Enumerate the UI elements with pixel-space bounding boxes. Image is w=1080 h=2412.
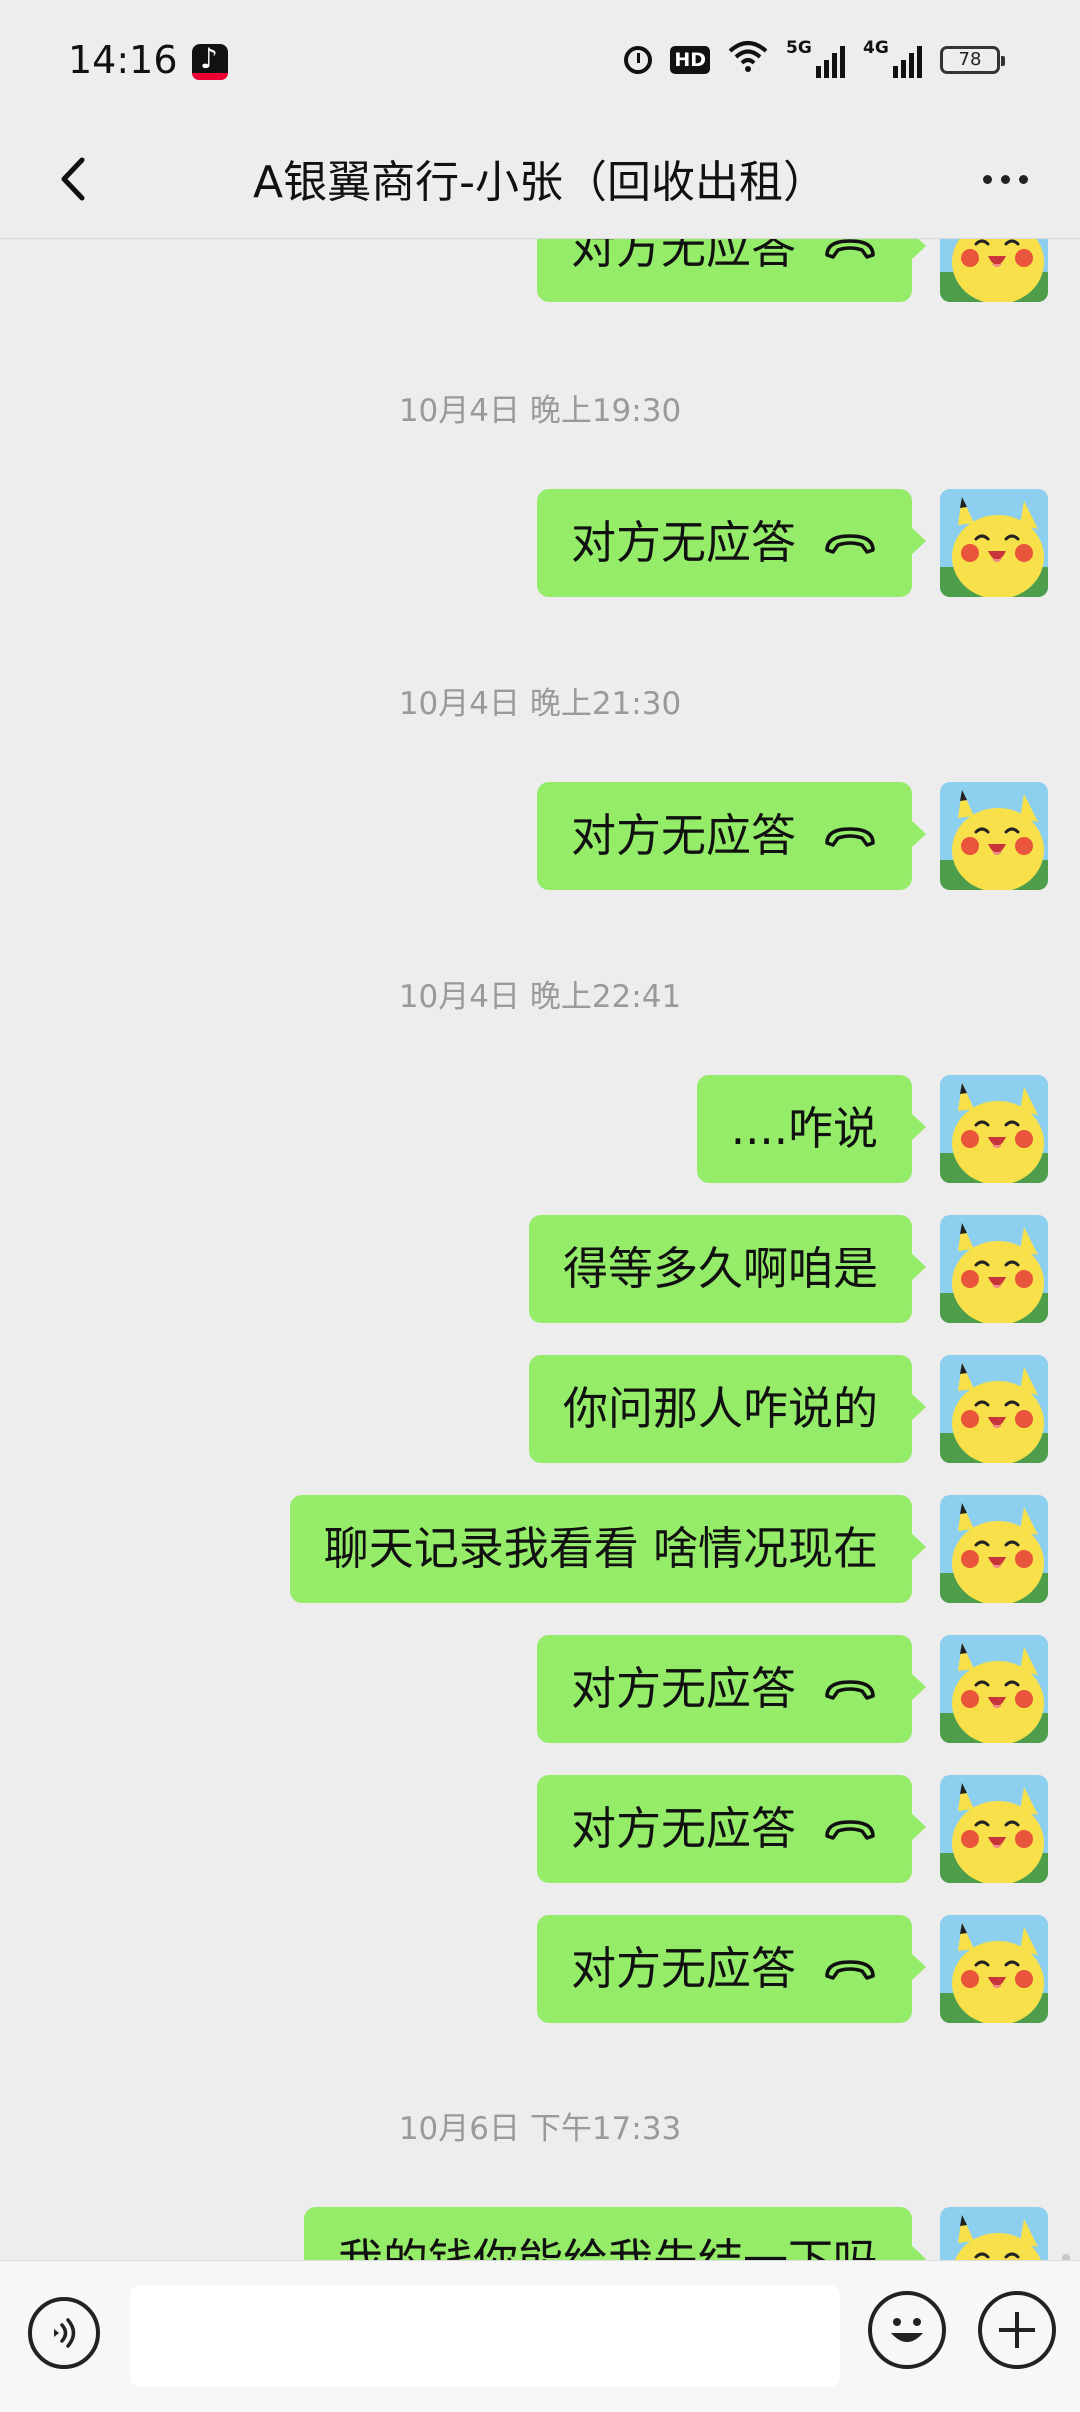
chat-screen: 14:16 HD 5G 4G 78 A银翼商行-小张（回收出租）	[0, 0, 1080, 2412]
hd-icon: HD	[670, 46, 710, 74]
call-end-icon	[822, 1814, 878, 1844]
message-bubble[interactable]: 得等多久啊咱是	[528, 1215, 927, 1323]
chat-header: A银翼商行-小张（回收出租）	[0, 120, 1080, 239]
back-button[interactable]	[40, 144, 110, 214]
voice-icon	[54, 2318, 76, 2348]
message-row: 对方无应答	[536, 1635, 1048, 1743]
message-bubble[interactable]: 对方无应答	[536, 782, 927, 890]
alarm-icon	[624, 46, 653, 74]
message-row: 对方无应答	[536, 239, 1048, 302]
message-text: 你问那人咋说的	[562, 1382, 878, 1435]
message-bubble[interactable]: ....咋说	[696, 1075, 927, 1183]
emoji-button[interactable]	[868, 2291, 946, 2369]
message-bubble[interactable]: 对方无应答	[536, 239, 927, 302]
message-row: 对方无应答	[536, 782, 1048, 890]
message-row: 得等多久啊咱是	[528, 1215, 1048, 1323]
signal-5g-icon: 5G	[786, 38, 845, 78]
timestamp: 10月4日 晚上19:30	[398, 393, 682, 429]
battery-icon: 78	[940, 46, 1005, 74]
message-row: 对方无应答	[536, 489, 1048, 597]
avatar[interactable]	[940, 489, 1048, 597]
message-bubble[interactable]: 我的钱你能给我先结一下吗	[303, 2207, 927, 2260]
avatar[interactable]	[940, 1775, 1048, 1883]
more-button[interactable]	[970, 144, 1040, 214]
message-row: 你问那人咋说的	[528, 1355, 1048, 1463]
avatar[interactable]	[940, 239, 1048, 302]
status-icons: HD 5G 4G 78	[624, 38, 1005, 82]
message-row: 我的钱你能给我先结一下吗	[303, 2207, 1048, 2260]
message-bubble[interactable]: 对方无应答	[536, 1915, 927, 2023]
message-text: 对方无应答	[570, 516, 796, 569]
emoji-icon	[891, 2318, 923, 2342]
plus-button[interactable]	[978, 2291, 1056, 2369]
message-bubble[interactable]: 对方无应答	[536, 489, 927, 597]
message-bubble[interactable]: 对方无应答	[536, 1635, 927, 1743]
message-row: 聊天记录我看看 啥情况现在	[289, 1495, 1048, 1603]
message-text: 聊天记录我看看 啥情况现在	[323, 1522, 878, 1575]
message-bubble[interactable]: 对方无应答	[536, 1775, 927, 1883]
call-end-icon	[822, 1674, 878, 1704]
call-end-icon	[822, 528, 878, 558]
avatar[interactable]	[940, 1915, 1048, 2023]
message-text: 得等多久啊咱是	[562, 1242, 878, 1295]
voice-button[interactable]	[28, 2297, 100, 2369]
status-time: 14:16	[68, 38, 178, 82]
message-text: 对方无应答	[570, 239, 796, 274]
tiktok-icon	[192, 42, 228, 80]
wifi-icon	[728, 39, 768, 81]
message-text: 我的钱你能给我先结一下吗	[338, 2207, 878, 2260]
message-row: 对方无应答	[536, 1915, 1048, 2023]
avatar[interactable]	[940, 1635, 1048, 1743]
timestamp: 10月6日 下午17:33	[398, 2111, 682, 2147]
message-bubble[interactable]: 聊天记录我看看 啥情况现在	[289, 1495, 927, 1603]
message-text: 对方无应答	[570, 1942, 796, 1995]
call-end-icon	[822, 1954, 878, 1984]
signal-4g-icon: 4G	[863, 38, 922, 78]
chat-title: A银翼商行-小张（回收出租）	[253, 157, 827, 208]
message-input[interactable]	[130, 2285, 840, 2387]
avatar[interactable]	[940, 1075, 1048, 1183]
message-text: ....咋说	[730, 1102, 878, 1155]
avatar[interactable]	[940, 782, 1048, 890]
input-bar	[0, 2260, 1080, 2412]
message-row: 对方无应答	[536, 1775, 1048, 1883]
message-row: ....咋说	[696, 1075, 1048, 1183]
timestamp: 10月4日 晚上22:41	[398, 979, 682, 1015]
more-dots-icon	[982, 174, 992, 184]
avatar[interactable]	[940, 2207, 1048, 2260]
timestamp: 10月4日 晚上21:30	[398, 686, 682, 722]
message-list[interactable]: 对方无应答 10月4日 晚上19:30 对方无应答 10月4日 晚上21:30 …	[0, 239, 1080, 2260]
call-end-icon	[822, 821, 878, 851]
message-text: 对方无应答	[570, 809, 796, 862]
message-bubble[interactable]: 你问那人咋说的	[528, 1355, 927, 1463]
avatar[interactable]	[940, 1355, 1048, 1463]
avatar[interactable]	[940, 1495, 1048, 1603]
chevron-left-icon	[61, 157, 85, 201]
avatar[interactable]	[940, 1215, 1048, 1323]
message-text: 对方无应答	[570, 1802, 796, 1855]
message-text: 对方无应答	[570, 1662, 796, 1715]
call-end-icon	[822, 239, 878, 263]
status-bar: 14:16 HD 5G 4G 78	[0, 0, 1080, 120]
